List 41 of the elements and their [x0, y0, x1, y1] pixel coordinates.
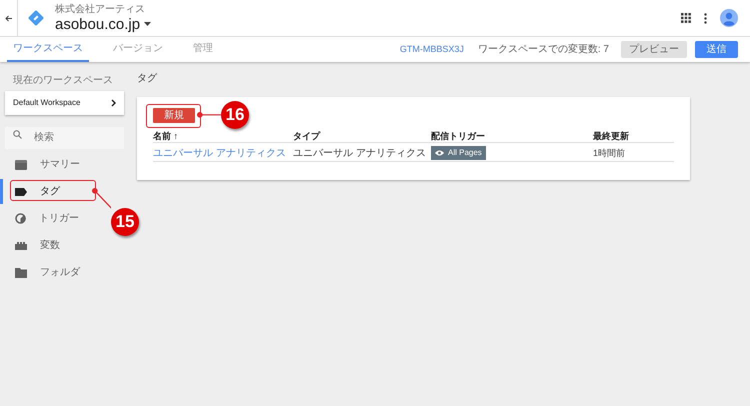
page-title: タグ	[137, 74, 158, 84]
workspace-selector[interactable]: Default Workspace	[5, 91, 124, 115]
new-button[interactable]: 新規	[153, 108, 195, 123]
nav-item[interactable]: サマリー	[15, 157, 80, 172]
folder-icon	[15, 160, 27, 170]
container-id[interactable]: GTM-MBBSX3J	[400, 42, 464, 56]
nav-item[interactable]: フォルダ	[15, 265, 80, 280]
apps-icon[interactable]	[681, 13, 691, 23]
trigger-chip[interactable]: All Pages	[431, 146, 486, 160]
section-label: 現在のワークスペース	[13, 76, 114, 86]
table-cell: ユニバーサル アナリティクス	[293, 148, 426, 159]
column-header: 配信トリガー	[431, 130, 485, 140]
leader-line	[197, 112, 221, 118]
company-name: 株式会社アーティス	[55, 4, 146, 14]
nav-item[interactable]: トリガー	[15, 211, 79, 226]
column-header: 最終更新	[593, 130, 629, 140]
folder-icon	[15, 268, 27, 278]
tab[interactable]: バージョン	[107, 37, 169, 62]
tab[interactable]: ワークスペース	[7, 37, 89, 62]
tag-name-link[interactable]: ユニバーサル アナリティクス	[153, 148, 286, 159]
preview-button[interactable]: プレビュー	[621, 41, 687, 58]
more-icon[interactable]	[704, 12, 707, 24]
table-cell: 1時間前	[593, 148, 626, 158]
eye-icon	[435, 150, 444, 156]
nav-item[interactable]: 変数	[15, 238, 60, 253]
search-field[interactable]: 検索	[5, 126, 124, 148]
caret-icon[interactable]	[144, 22, 152, 26]
tag-icon	[15, 188, 27, 196]
account-name[interactable]: asobou.co.jp	[55, 16, 140, 32]
trigger-icon	[15, 213, 26, 224]
tab[interactable]: 管理	[187, 37, 219, 62]
column-header: タイプ	[293, 130, 320, 140]
search-icon	[13, 130, 22, 139]
blocks-icon	[15, 242, 27, 250]
chevron-right-icon	[111, 99, 116, 107]
change-count: ワークスペースでの変更数: 7	[478, 42, 609, 57]
column-header[interactable]: 名前 ↑	[153, 130, 178, 140]
nav-item[interactable]: タグ	[15, 184, 60, 199]
submit-button[interactable]: 送信	[695, 41, 738, 58]
avatar-icon[interactable]	[720, 9, 738, 27]
step-number: 15	[111, 208, 139, 236]
